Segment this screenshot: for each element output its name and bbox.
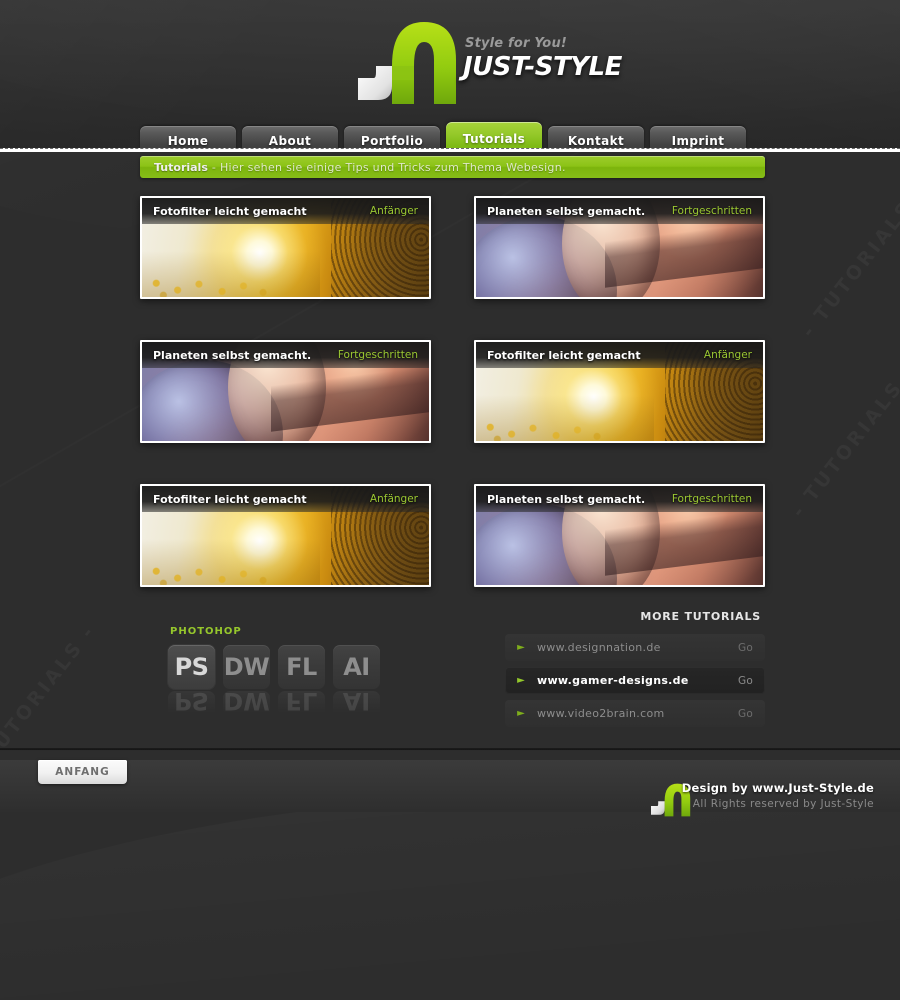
tutorial-card-header: Planeten selbst gemacht. Fortgeschritten [476, 198, 763, 224]
tutorial-card[interactable]: Planeten selbst gemacht. Fortgeschritten [474, 196, 765, 299]
play-arrow-icon: ► [517, 641, 525, 653]
more-tutorials-url: www.video2brain.com [537, 707, 665, 720]
section-subtitle-bar: Tutorials - Hier sehen sie einige Tips u… [140, 156, 765, 178]
tutorial-level-badge: Fortgeschritten [337, 349, 418, 361]
more-tutorials-heading: MORE TUTORIALS [640, 610, 761, 623]
play-arrow-icon: ► [517, 707, 525, 719]
background-swoosh-bottom [0, 790, 900, 1000]
software-badge-ai-label: AI [343, 653, 370, 681]
site-logo[interactable]: Style for You! JUST-STYLE [348, 8, 622, 108]
nav-tab-home-label: Home [167, 134, 209, 148]
nav-tab-portfolio-label: Portfolio [360, 134, 424, 148]
tutorial-card[interactable]: Fotofilter leicht gemacht Anfänger [140, 196, 431, 299]
tutorial-card-header: Fotofilter leicht gemacht Anfänger [476, 342, 763, 368]
tutorial-level-badge: Fortgeschritten [671, 493, 752, 505]
software-badge-dw-label: DW [223, 653, 270, 681]
more-tutorials-go-label[interactable]: Go [738, 675, 753, 687]
planet-horizon-band [271, 365, 429, 431]
logo-title: JUST-STYLE [463, 52, 622, 82]
more-tutorials-link-row[interactable]: ► www.gamer-designs.de Go [505, 667, 765, 694]
header-bottom-rule [0, 148, 900, 152]
footer-divider [0, 748, 900, 751]
logo-tagline: Style for You! [465, 36, 568, 51]
site-header: Style for You! JUST-STYLE Home About Por… [0, 0, 900, 152]
tutorial-level-badge: Anfänger [369, 493, 418, 505]
tutorial-level-badge: Anfänger [703, 349, 752, 361]
more-tutorials-link-row[interactable]: ► www.designnation.de Go [505, 634, 765, 661]
footer-rights: All Rights reserved by Just-Style [692, 798, 874, 810]
software-badge-ps-reflection: PS [168, 691, 215, 717]
software-badge-dw-button[interactable]: DW [223, 645, 270, 689]
back-to-top-label: ANFANG [55, 766, 110, 778]
tutorial-title: Planeten selbst gemacht. [487, 492, 646, 506]
software-badge-ps[interactable]: PS PS [168, 645, 215, 717]
software-badge-dw[interactable]: DW DW [223, 645, 270, 717]
back-to-top-button[interactable]: ANFANG [38, 760, 127, 784]
tutorials-grid: Fotofilter leicht gemacht Anfänger Plane… [140, 196, 765, 587]
nav-tab-about-label: About [268, 134, 312, 148]
software-badge-fl[interactable]: FL FL [278, 645, 325, 717]
software-badge-ai-reflection: AI [333, 691, 380, 717]
more-tutorials-link-row[interactable]: ► www.video2brain.com Go [505, 700, 765, 727]
tutorial-card-header: Fotofilter leicht gemacht Anfänger [142, 486, 429, 512]
software-badge-ps-label: PS [174, 653, 209, 681]
software-badge-ai-reflection-label: AI [342, 691, 371, 715]
tutorial-level-badge: Fortgeschritten [671, 205, 752, 217]
tutorial-card-header: Planeten selbst gemacht. Fortgeschritten [142, 342, 429, 368]
subtitle-section-name: Tutorials [154, 160, 208, 174]
tutorial-card-header: Planeten selbst gemacht. Fortgeschritten [476, 486, 763, 512]
software-badge-fl-button[interactable]: FL [278, 645, 325, 689]
software-badge-dw-reflection-label: DW [223, 691, 270, 715]
watermark-tutorials-left: - TUTORIALS - [0, 620, 100, 781]
software-badge-fl-label: FL [286, 653, 317, 681]
tutorial-card[interactable]: Planeten selbst gemacht. Fortgeschritten [474, 484, 765, 587]
software-badge-ai[interactable]: AI AI [333, 645, 380, 717]
footer-credits: Design by www.Just-Style.de All Rights r… [682, 781, 874, 810]
subtitle-description: - Hier sehen sie einige Tips und Tricks … [211, 160, 566, 174]
software-badge-ai-button[interactable]: AI [333, 645, 380, 689]
footer-design-by[interactable]: Design by www.Just-Style.de [682, 781, 874, 795]
tutorial-title: Fotofilter leicht gemacht [153, 204, 307, 218]
just-style-swoosh-logo-icon [358, 22, 456, 104]
watermark-tutorials-right-lower: - TUTORIALS - [788, 360, 900, 521]
tutorial-title: Planeten selbst gemacht. [153, 348, 312, 362]
logo-text-block: Style for You! JUST-STYLE [463, 36, 623, 82]
tutorial-card[interactable]: Fotofilter leicht gemacht Anfänger [474, 340, 765, 443]
page-root: - TUTORIALS - - TUTORIALS - - TUTORIALS … [0, 0, 900, 1000]
tutorial-level-badge: Anfänger [369, 205, 418, 217]
more-tutorials-url: www.designnation.de [537, 641, 661, 654]
tutorial-card[interactable]: Fotofilter leicht gemacht Anfänger [140, 484, 431, 587]
more-tutorials-url: www.gamer-designs.de [537, 674, 689, 687]
planet-horizon-band [605, 509, 763, 575]
watermark-tutorials-right-upper: - TUTORIALS - [798, 180, 900, 341]
tutorial-title: Planeten selbst gemacht. [487, 204, 646, 218]
more-tutorials-go-label[interactable]: Go [738, 642, 753, 654]
nav-tab-kontakt-label: Kontakt [567, 134, 625, 148]
software-filter-label: PHOTOHOP [170, 626, 242, 637]
more-tutorials-go-label[interactable]: Go [738, 708, 753, 720]
software-badge-dw-reflection: DW [223, 691, 270, 717]
nav-tab-imprint-label: Imprint [671, 134, 725, 148]
tutorial-title: Fotofilter leicht gemacht [153, 492, 307, 506]
software-badge-ps-button[interactable]: PS [168, 645, 215, 689]
software-badge-fl-reflection: FL [278, 691, 325, 717]
nav-tab-tutorials-label: Tutorials [462, 132, 526, 146]
software-badge-fl-reflection-label: FL [285, 691, 318, 715]
planet-horizon-band [605, 221, 763, 287]
tutorial-card-header: Fotofilter leicht gemacht Anfänger [142, 198, 429, 224]
more-tutorials-panel: MORE TUTORIALS ► www.designnation.de Go … [505, 610, 765, 733]
tutorial-card[interactable]: Planeten selbst gemacht. Fortgeschritten [140, 340, 431, 443]
software-badge-row: PS PS DW DW FL FL AI AI [168, 645, 408, 717]
software-badge-ps-reflection-label: PS [174, 691, 209, 715]
tutorial-title: Fotofilter leicht gemacht [487, 348, 641, 362]
play-arrow-icon: ► [517, 674, 525, 686]
software-filter: PHOTOHOP PS PS DW DW FL FL AI AI [168, 626, 408, 717]
